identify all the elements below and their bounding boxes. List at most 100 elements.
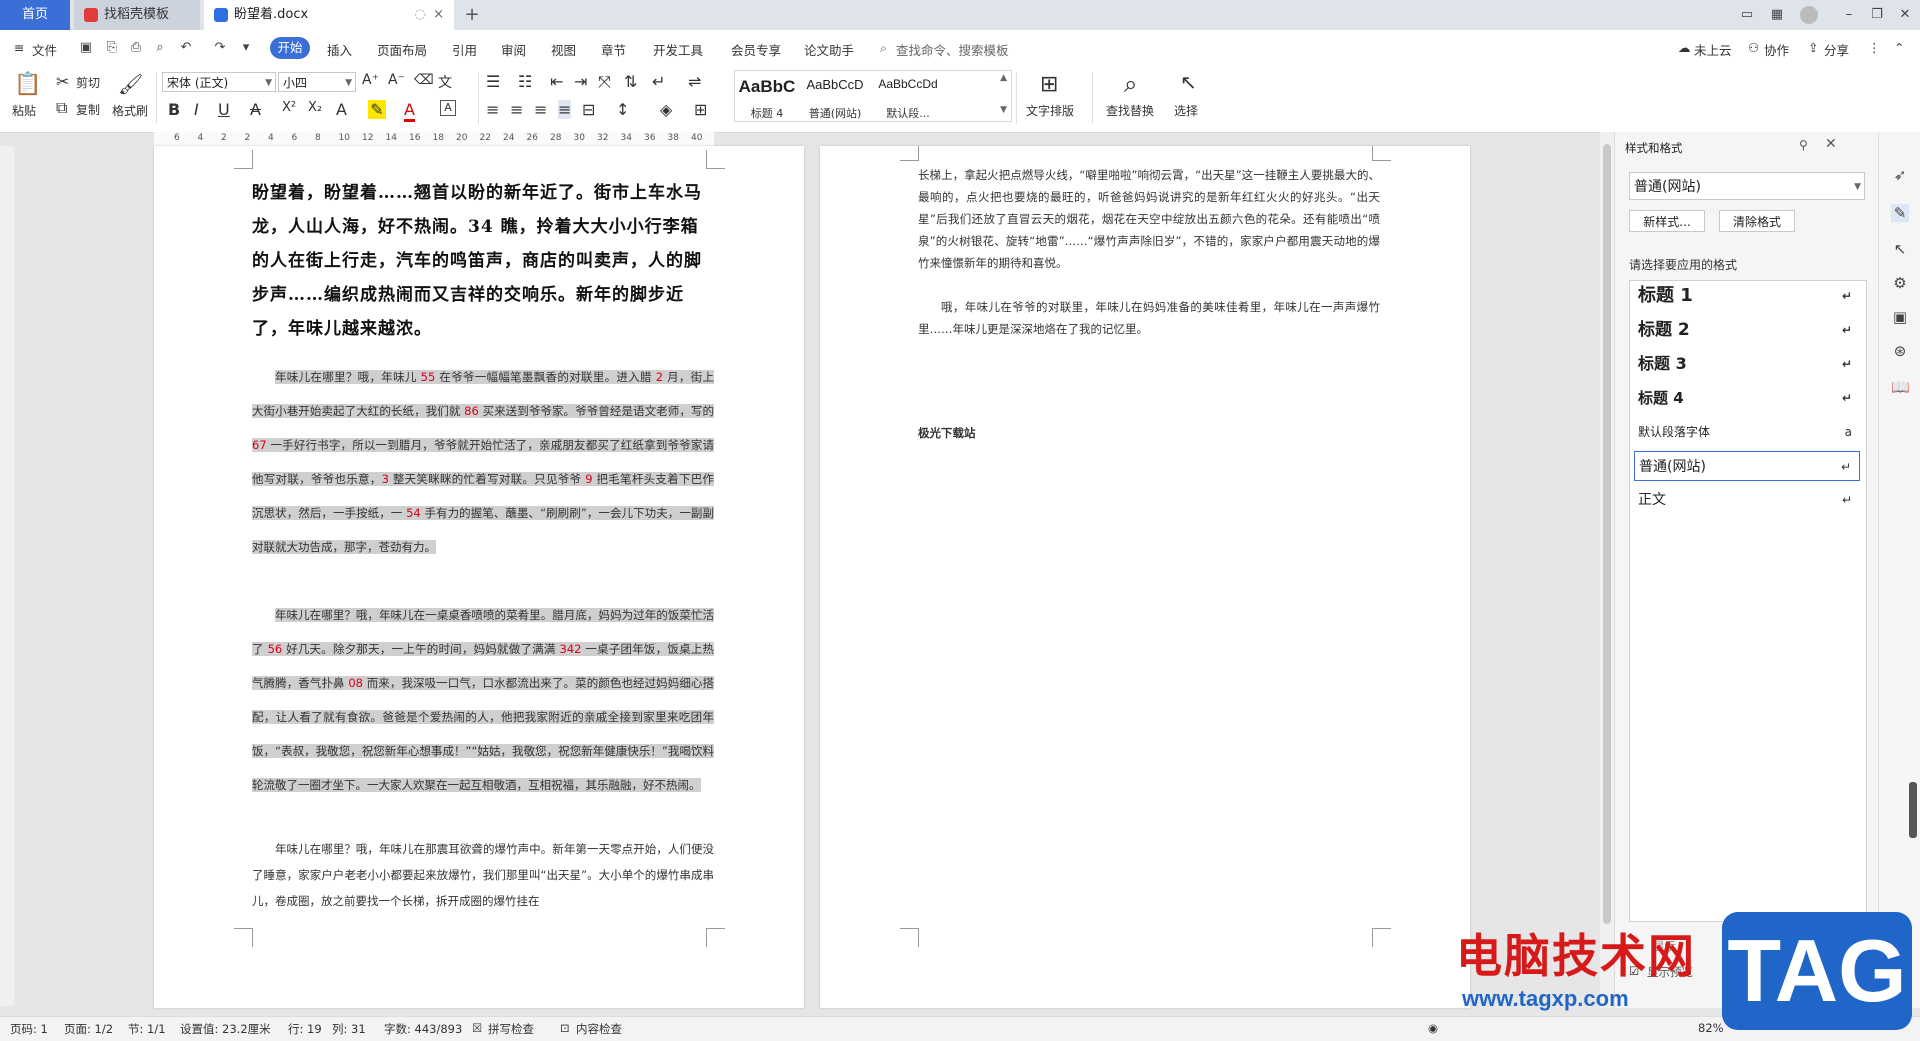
align-center-icon[interactable]: ≡: [510, 100, 523, 119]
sort-icon[interactable]: ⇅: [624, 72, 637, 91]
tab-find-template[interactable]: 找稻壳模板: [74, 0, 200, 30]
status-page-code[interactable]: 页码: 1: [10, 1021, 48, 1037]
sliders-icon[interactable]: ⚙: [1891, 274, 1909, 292]
menu-file[interactable]: 文件: [32, 40, 57, 59]
justify-icon[interactable]: ≡: [558, 100, 572, 119]
menu-chapter[interactable]: 章节: [601, 40, 626, 59]
menu-start[interactable]: 开始: [270, 37, 310, 59]
command-search-input[interactable]: 查找命令、搜索模板: [896, 40, 1009, 59]
highlight-icon[interactable]: ✎: [368, 100, 386, 119]
menu-reference[interactable]: 引用: [452, 40, 477, 59]
text-effect-icon[interactable]: A: [336, 100, 347, 119]
close-tab-icon[interactable]: ×: [433, 0, 444, 30]
paste-icon[interactable]: 📋: [14, 72, 41, 97]
menu-icon[interactable]: ≡: [14, 40, 24, 55]
paragraph-2[interactable]: 年味儿在哪里？哦，年味儿在一桌桌香喷喷的菜肴里。腊月底，妈妈为过年的饭菜忙活了 …: [252, 598, 715, 802]
shrink-font-icon[interactable]: A⁻: [388, 72, 405, 88]
find-replace-button[interactable]: 查找替换: [1106, 102, 1154, 119]
strikethrough-icon[interactable]: A: [250, 100, 261, 119]
style-list-item[interactable]: 标题 1 ↵: [1634, 281, 1860, 311]
style-normal-web[interactable]: AaBbCcD 普通(网站): [803, 71, 867, 121]
grow-font-icon[interactable]: A⁺: [362, 72, 379, 88]
find-replace-icon[interactable]: ⌕: [1124, 70, 1137, 98]
side-handle[interactable]: [1909, 782, 1917, 838]
menu-essay[interactable]: 论文助手: [804, 40, 854, 59]
close-window-icon[interactable]: ✕: [1896, 6, 1914, 24]
gallery-scroll-up-icon[interactable]: ▲: [1000, 73, 1007, 83]
document-page-1[interactable]: 盼望着，盼望着……翘首以盼的新年近了。街市上车水马龙，人山人海，好不热闹。34 …: [154, 146, 804, 1008]
copy-icon[interactable]: ⧉: [56, 98, 67, 118]
style-list-item[interactable]: 正文 ↵: [1634, 485, 1860, 515]
menu-dev-tools[interactable]: 开发工具: [653, 40, 703, 59]
increase-indent-icon[interactable]: ⇥: [574, 72, 587, 91]
select-cursor-icon[interactable]: ↖: [1180, 70, 1197, 94]
tab-home[interactable]: 首页: [0, 0, 70, 30]
underline-icon[interactable]: U: [218, 100, 230, 119]
bold-icon[interactable]: B: [168, 100, 180, 119]
select-button[interactable]: 选择: [1174, 102, 1198, 119]
menu-member[interactable]: 会员专享: [731, 40, 781, 59]
text-layout-button[interactable]: 文字排版: [1026, 102, 1074, 119]
horizontal-ruler[interactable]: 6 4 2 2 4 6 8 10 12 14 16 18 20 22 24 26 28 30 32 34 36 38 40: [154, 132, 714, 146]
pinyin-icon[interactable]: 文: [438, 72, 452, 92]
pin-icon[interactable]: ⚲: [1799, 138, 1808, 152]
numbered-list-icon[interactable]: ☷: [518, 72, 532, 91]
page2-paragraph-2[interactable]: 哦，年味儿在爷爷的对联里，年味儿在妈妈准备的美味佳肴里，年味儿在一声声爆竹里………: [918, 296, 1380, 340]
avatar[interactable]: [1800, 6, 1818, 24]
decrease-indent-icon[interactable]: ⇤: [550, 72, 563, 91]
page2-footer-text[interactable]: 极光下载站: [918, 422, 1380, 444]
share-button[interactable]: 分享: [1824, 40, 1849, 59]
clear-format-icon[interactable]: ⌫: [414, 72, 434, 88]
cut-button[interactable]: 剪切: [76, 74, 100, 91]
page2-paragraph-1[interactable]: 长梯上，拿起火把点燃导火线，“噼里啪啦”响彻云霄，“出天星”这一挂鞭主人要挑最大…: [918, 164, 1380, 274]
panel-title[interactable]: 样式和格式: [1625, 140, 1683, 156]
line-spacing-icon[interactable]: ↕: [616, 100, 629, 119]
gallery-expand-icon[interactable]: ▼: [1000, 105, 1007, 115]
menu-view[interactable]: 视图: [551, 40, 576, 59]
status-setting[interactable]: 设置值: 23.2厘米: [180, 1021, 271, 1037]
border-icon[interactable]: ⊞: [694, 100, 707, 119]
print-icon[interactable]: ⎙: [128, 40, 144, 56]
style-list-item[interactable]: 默认段落字体 a: [1634, 417, 1860, 447]
preview-icon[interactable]: ⌕: [152, 40, 168, 56]
paragraph-3[interactable]: 年味儿在哪里？哦，年味儿在那震耳欲聋的爆竹声中。新年第一天零点开始，人们便没了睡…: [252, 836, 714, 914]
grid-icon[interactable]: ▦: [1768, 6, 1786, 24]
status-word-count[interactable]: 字数: 443/893: [384, 1021, 462, 1037]
style-list-item[interactable]: 标题 2 ↵: [1634, 315, 1860, 345]
align-left-icon[interactable]: ≡: [486, 100, 499, 119]
cloud-status[interactable]: 未上云: [1694, 40, 1732, 59]
style-list-item-selected[interactable]: 普通(网站) ↵: [1634, 451, 1860, 481]
book-icon[interactable]: 📖: [1891, 378, 1910, 396]
layout-icon[interactable]: ▭: [1738, 6, 1756, 24]
paragraph-1[interactable]: 年味儿在哪里？哦，年味儿 55 在爷爷一幅幅笔墨飘香的对联里。进入腊 2 月，街…: [252, 360, 715, 564]
text-layout-icon[interactable]: ⊞: [1040, 72, 1058, 97]
distribute-icon[interactable]: ⊟: [582, 100, 595, 119]
status-row[interactable]: 行: 19: [288, 1021, 322, 1037]
document-heading-paragraph[interactable]: 盼望着，盼望着……翘首以盼的新年近了。街市上车水马龙，人山人海，好不热闹。34 …: [252, 176, 714, 346]
align-right-icon[interactable]: ≡: [534, 100, 547, 119]
undo-icon[interactable]: ↶: [178, 40, 194, 56]
export-icon[interactable]: ⎘: [104, 40, 120, 56]
add-tab-button[interactable]: +: [460, 0, 484, 30]
minimize-icon[interactable]: –: [1840, 6, 1858, 24]
paste-button[interactable]: 粘贴: [12, 102, 36, 119]
close-panel-icon[interactable]: ✕: [1825, 136, 1837, 152]
vertical-scrollbar[interactable]: [1600, 132, 1614, 1008]
zoom-level[interactable]: 82%: [1698, 1021, 1724, 1035]
shading-icon[interactable]: ◈: [660, 100, 672, 119]
menu-review[interactable]: 审阅: [501, 40, 526, 59]
char-border-icon[interactable]: A: [440, 100, 456, 116]
rocket-icon[interactable]: ➶: [1891, 166, 1909, 184]
collapse-ribbon-icon[interactable]: ⌃: [1894, 40, 1904, 55]
clear-format-button[interactable]: 清除格式: [1719, 210, 1795, 232]
italic-icon[interactable]: I: [194, 100, 199, 119]
translate-icon[interactable]: ⊛: [1891, 342, 1909, 360]
scrollbar-thumb[interactable]: [1603, 144, 1611, 924]
more-dropdown-icon[interactable]: ▾: [238, 40, 254, 56]
format-painter-button[interactable]: 格式刷: [112, 102, 148, 119]
chinese-layout-icon[interactable]: ⤧: [598, 72, 611, 92]
format-painter-icon[interactable]: 🖌: [118, 72, 143, 96]
new-style-button[interactable]: 新样式...: [1629, 210, 1705, 232]
document-page-2[interactable]: 长梯上，拿起火把点燃导火线，“噼里啪啦”响彻云霄，“出天星”这一挂鞭主人要挑最大…: [820, 146, 1470, 1008]
style-list-item[interactable]: 标题 3 ↵: [1634, 349, 1860, 379]
